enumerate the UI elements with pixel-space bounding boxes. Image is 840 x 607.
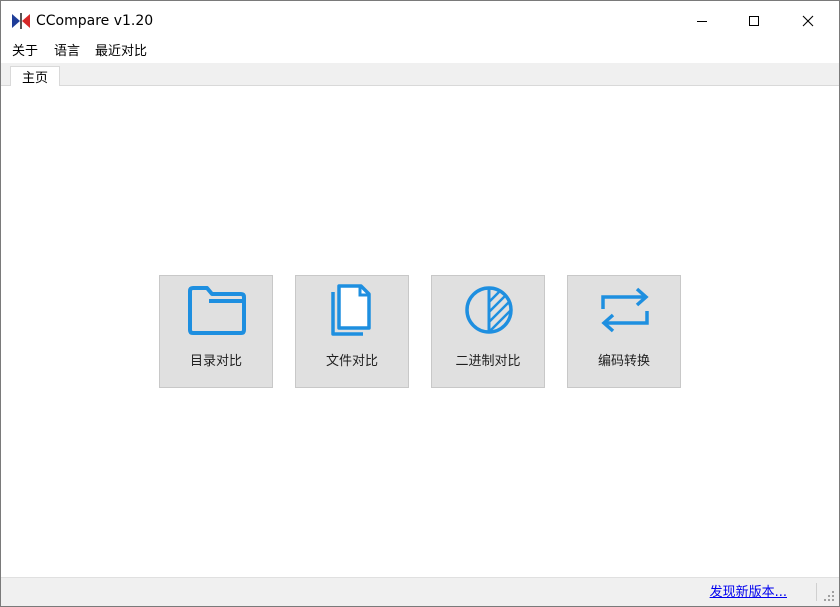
status-bar: 发现新版本... [1, 577, 839, 606]
status-separator [816, 583, 817, 601]
resize-grip-icon[interactable] [823, 590, 835, 602]
title-bar[interactable]: CCompare v1.20 [1, 1, 839, 41]
menu-bar: 关于 语言 最近对比 [1, 41, 839, 63]
binary-compare-icon [465, 286, 513, 334]
directory-compare-label: 目录对比 [189, 354, 242, 369]
file-compare-label: 文件对比 [325, 354, 378, 369]
menu-language[interactable]: 语言 [52, 43, 82, 60]
directory-compare-button[interactable]: 目录对比 [159, 275, 273, 388]
menu-recent-compare[interactable]: 最近对比 [93, 43, 149, 60]
home-panel: 目录对比 文件对比 二进制对比 编码转换 [1, 86, 839, 578]
tab-strip: 主页 [1, 63, 839, 86]
maximize-icon [749, 16, 759, 26]
files-icon [331, 284, 371, 336]
new-version-link[interactable]: 发现新版本... [710, 585, 787, 601]
app-logo-icon [12, 13, 30, 29]
binary-compare-label: 二进制对比 [455, 354, 521, 369]
close-button[interactable] [785, 1, 831, 41]
app-window: CCompare v1.20 关于 语言 最近对比 主页 目录对比 文件对比 二… [0, 0, 840, 607]
file-compare-button[interactable]: 文件对比 [295, 275, 409, 388]
swap-arrows-icon [601, 287, 649, 333]
maximize-button[interactable] [731, 1, 777, 41]
encoding-convert-button[interactable]: 编码转换 [567, 275, 681, 388]
minimize-button[interactable] [679, 1, 725, 41]
encoding-convert-label: 编码转换 [597, 354, 650, 369]
menu-about[interactable]: 关于 [10, 43, 40, 60]
folder-icon [188, 286, 246, 335]
minimize-icon [697, 21, 707, 22]
close-icon [802, 15, 814, 27]
window-title: CCompare v1.20 [36, 13, 154, 29]
binary-compare-button[interactable]: 二进制对比 [431, 275, 545, 388]
tab-home[interactable]: 主页 [10, 66, 60, 86]
